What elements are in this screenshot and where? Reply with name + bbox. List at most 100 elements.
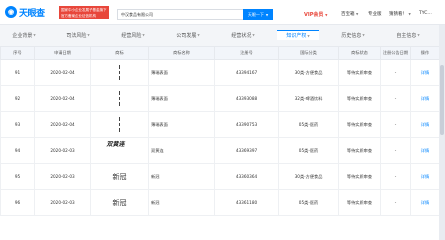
row-reg: 43369397 xyxy=(214,137,279,164)
tab-label: 司法风险 xyxy=(66,32,87,39)
row-class: 05类-医药 xyxy=(278,189,339,216)
search-input[interactable] xyxy=(118,10,243,19)
row-class: 05类-医药 xyxy=(278,111,339,138)
trademark-image[interactable] xyxy=(90,111,149,138)
nav-user[interactable]: TYC… xyxy=(419,11,432,16)
table-header-row: 序号 申请日期 商标 商标名称 注册号 国际分类 商标状态 注册公告日期 操作 xyxy=(0,46,440,60)
tab-label: 经营状况 xyxy=(231,32,252,39)
badge-line-2: 官方备案企业征信机构 xyxy=(61,13,96,18)
eye-logo-icon: ◉ xyxy=(5,6,17,18)
trademark-logo xyxy=(115,115,125,135)
tab-label: 企业背景 xyxy=(12,32,33,39)
row-index: 94 xyxy=(0,137,35,164)
table-row: 96 2020-02-03 新冠 新冠 43361180 05类-医药 等待实质… xyxy=(0,189,440,216)
trademark-image[interactable] xyxy=(90,59,149,86)
tab-company-background[interactable]: 企业背景 ▼ xyxy=(3,30,45,40)
detail-link[interactable]: 详情 xyxy=(410,163,440,190)
scrollbar-thumb[interactable] xyxy=(440,65,444,135)
page-scrollbar[interactable] xyxy=(439,25,445,240)
col-intl-class[interactable]: 国际分类 xyxy=(278,46,339,60)
vip-link[interactable]: VIP会员 ▼ xyxy=(304,11,327,18)
row-reg: 43360364 xyxy=(214,163,279,190)
tab-label: 自主信息 xyxy=(396,32,417,39)
tab-self-info[interactable]: 自主信息 ▼ xyxy=(387,30,429,40)
tab-label: 历史信息 xyxy=(341,32,362,39)
trademark-image[interactable]: 新冠 xyxy=(90,163,149,190)
trademark-logo: 新冠 xyxy=(112,172,127,181)
row-class: 05类-医药 xyxy=(278,137,339,164)
chevron-down-icon: ▼ xyxy=(252,33,255,37)
detail-link[interactable]: 详情 xyxy=(410,85,440,112)
chevron-down-icon: ▼ xyxy=(265,12,269,17)
search-button[interactable]: 天眼一下 ▼ xyxy=(243,9,273,20)
row-date: 2020-02-04 xyxy=(34,111,91,138)
row-index: 95 xyxy=(0,163,35,190)
detail-link[interactable]: 详情 xyxy=(410,137,440,164)
search-button-label: 天眼一下 xyxy=(247,11,264,17)
tab-judicial-risk[interactable]: 司法风险 ▼ xyxy=(57,30,99,40)
nav-pro[interactable]: 专业版 xyxy=(368,11,382,17)
row-index: 96 xyxy=(0,189,35,216)
chevron-down-icon: ▼ xyxy=(408,12,411,16)
row-name: 新冠 xyxy=(148,163,215,190)
trademark-logo: 新冠 xyxy=(112,198,127,207)
table-row: 95 2020-02-03 新冠 新冠 43360364 30类-方便食品 等待… xyxy=(0,163,440,190)
tab-company-development[interactable]: 公司发展 ▼ xyxy=(167,30,209,40)
row-status: 等待实质审查 xyxy=(338,163,381,190)
col-apply-date[interactable]: 申请日期 xyxy=(34,46,91,60)
table-row: 93 2020-02-04 薄瑞表面 43390753 05类-医药 等待实质审… xyxy=(0,111,440,138)
col-trademark-name: 商标名称 xyxy=(148,46,215,60)
trademark-image[interactable]: 新冠 xyxy=(90,189,149,216)
tab-intellectual-property[interactable]: 知识产权 ▼ xyxy=(277,30,319,40)
row-status: 等待实质审查 xyxy=(338,189,381,216)
nav-toolbox[interactable]: 百宝箱 ▼ xyxy=(341,11,358,17)
row-announce: - xyxy=(380,163,411,190)
nav-user-label: TYC… xyxy=(419,11,432,16)
chevron-down-icon: ▼ xyxy=(325,13,328,17)
trademark-logo: 双黄连 xyxy=(106,140,125,148)
row-class: 30类-方便食品 xyxy=(278,163,339,190)
tab-label: 公司发展 xyxy=(176,32,197,39)
col-index: 序号 xyxy=(0,46,35,60)
row-name: 双黄连 xyxy=(148,137,215,164)
nav-guess[interactable]: 猜猜看！ ▼ xyxy=(389,11,411,17)
trademark-image[interactable] xyxy=(90,85,149,112)
tab-label: 经营风险 xyxy=(121,32,142,39)
site-logo[interactable]: ◉ 天眼查 xyxy=(5,5,45,19)
trademark-logo xyxy=(115,89,125,109)
detail-link[interactable]: 详情 xyxy=(410,59,440,86)
row-date: 2020-02-03 xyxy=(34,137,91,164)
row-status: 等待实质审查 xyxy=(338,85,381,112)
row-announce: - xyxy=(380,137,411,164)
row-status: 等待实质审查 xyxy=(338,59,381,86)
detail-link[interactable]: 详情 xyxy=(410,189,440,216)
promo-badge[interactable]: 国家中小企业发展子基金旗下 官方备案企业征信机构 xyxy=(59,6,109,19)
col-action: 操作 xyxy=(410,46,440,60)
tab-history[interactable]: 历史信息 ▼ xyxy=(332,30,374,40)
section-tabs: 企业背景 ▼ 司法风险 ▼ 经营风险 ▼ 公司发展 ▼ 经营状况 ▼ 知识产权 ▼ 历史信息… xyxy=(0,25,445,44)
chevron-down-icon: ▼ xyxy=(355,12,359,16)
trademark-table: 序号 申请日期 商标 商标名称 注册号 国际分类 商标状态 注册公告日期 操作 … xyxy=(0,46,440,216)
nav-toolbox-label: 百宝箱 xyxy=(341,12,355,17)
col-trademark: 商标 xyxy=(90,46,149,60)
row-name: 薄瑞表面 xyxy=(148,59,215,86)
col-status[interactable]: 商标状态 xyxy=(338,46,381,60)
row-index: 91 xyxy=(0,59,35,86)
col-reg-number: 注册号 xyxy=(214,46,279,60)
tab-operating-status[interactable]: 经营状况 ▼ xyxy=(222,30,264,40)
row-date: 2020-02-03 xyxy=(34,189,91,216)
chevron-down-icon: ▼ xyxy=(142,33,145,37)
chevron-down-icon: ▼ xyxy=(417,33,420,37)
chevron-down-icon: ▼ xyxy=(362,33,365,37)
trademark-table-panel: 序号 申请日期 商标 商标名称 注册号 国际分类 商标状态 注册公告日期 操作 … xyxy=(0,46,440,240)
trademark-image[interactable]: 双黄连 xyxy=(90,137,149,164)
row-announce: - xyxy=(380,85,411,112)
chevron-down-icon: ▼ xyxy=(307,33,310,38)
detail-link[interactable]: 详情 xyxy=(410,111,440,138)
row-date: 2020-02-03 xyxy=(34,163,91,190)
row-reg: 43393088 xyxy=(214,85,279,112)
tab-operating-risk[interactable]: 经营风险 ▼ xyxy=(112,30,154,40)
row-class: 30类-方便食品 xyxy=(278,59,339,86)
search-bar: 天眼一下 ▼ xyxy=(117,9,273,20)
row-name: 新冠 xyxy=(148,189,215,216)
